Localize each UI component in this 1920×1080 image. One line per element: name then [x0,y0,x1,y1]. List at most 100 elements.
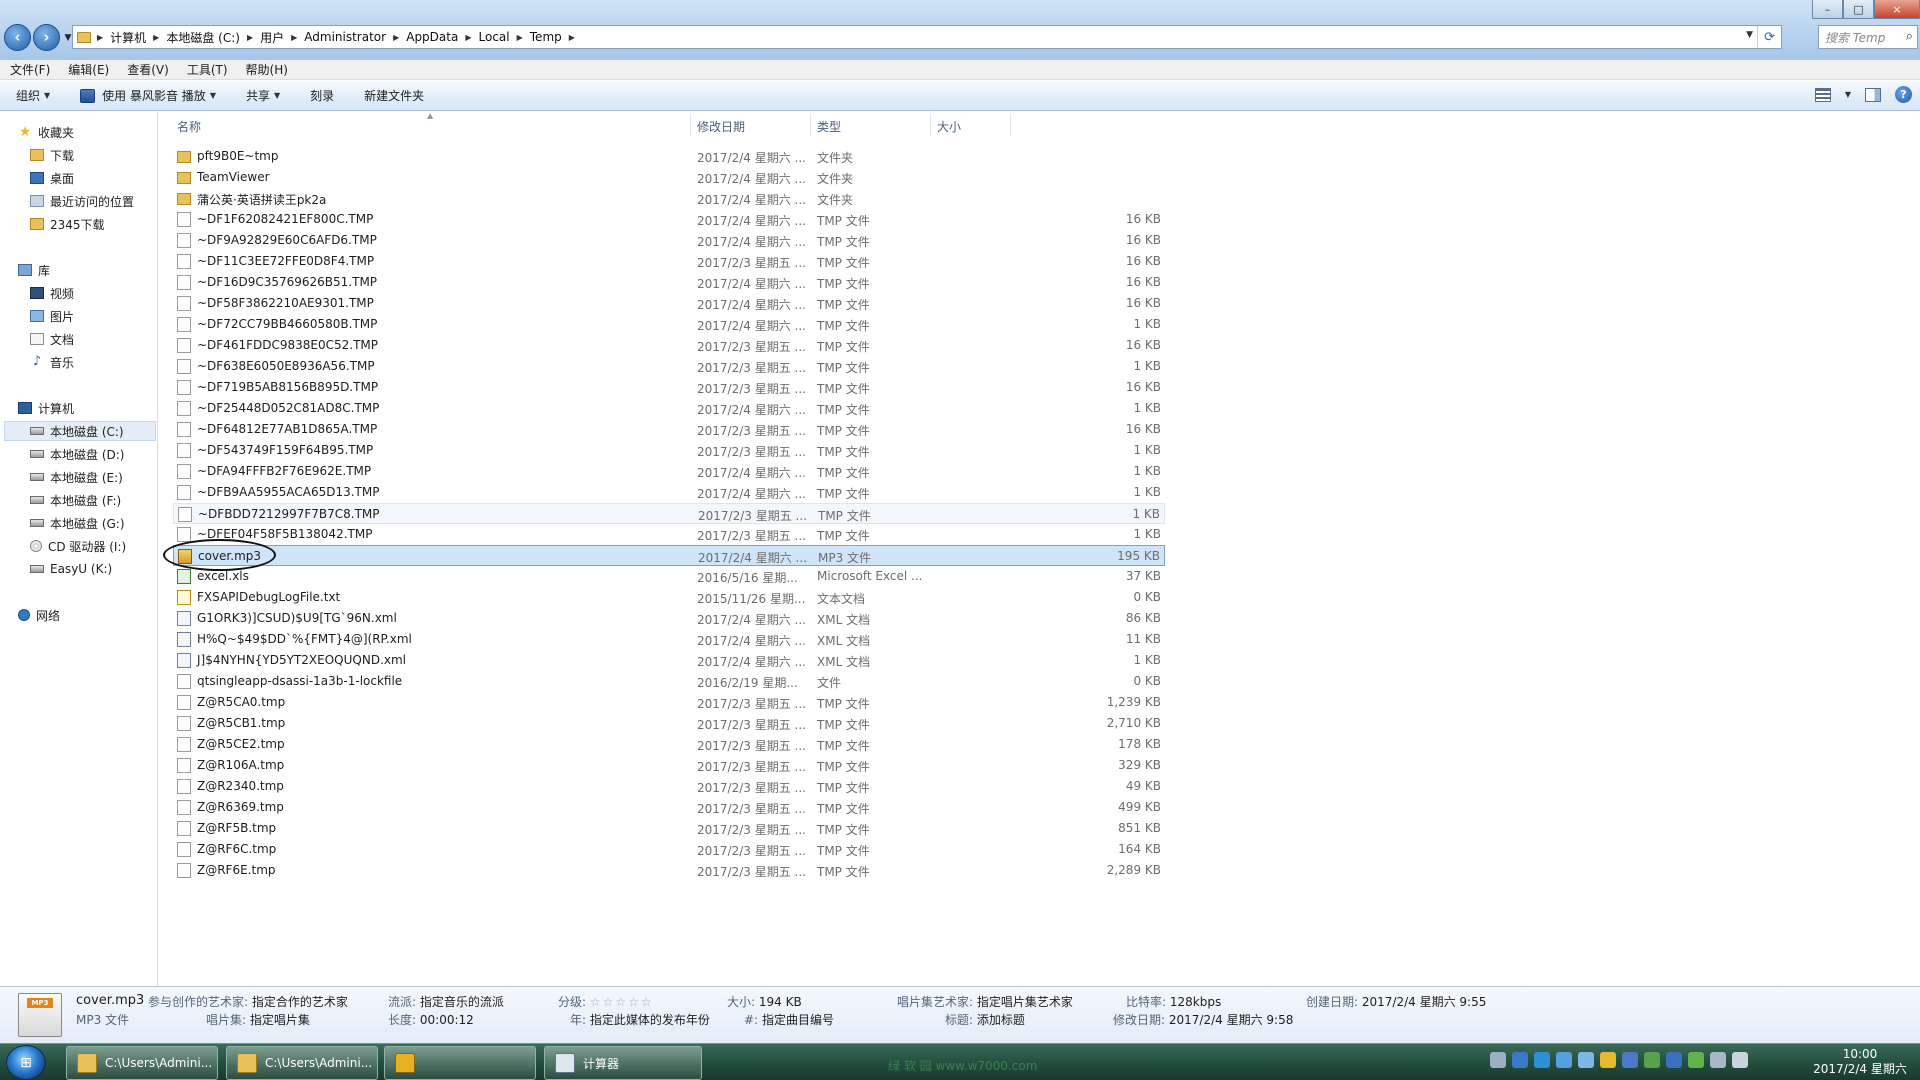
file-row[interactable]: ~DF1F62082421EF800C.TMP 2017/2/4 星期六 ... T… [173,209,1165,230]
chevron-right-icon[interactable]: ▶ [391,33,401,42]
chevron-right-icon[interactable]: ▶ [245,33,255,42]
sidebar-item-drive-d[interactable]: 本地磁盘 (D:) [0,444,158,464]
update-icon[interactable] [1666,1052,1682,1068]
file-row[interactable]: TeamViewer 2017/2/4 星期六 ... 文件夹 [173,167,1165,188]
shield-icon[interactable] [1512,1052,1528,1068]
network-tray-icon[interactable] [1556,1052,1572,1068]
sidebar-item-libraries[interactable]: 库 [0,260,158,280]
sidebar-item-pictures[interactable]: 图片 [0,306,158,326]
file-row[interactable]: ~DF64812E77AB1D865A.TMP 2017/2/3 星期五 ... T… [173,419,1165,440]
file-row[interactable]: ~DFA94FFFB2F76E962E.TMP 2017/2/4 星期六 ... T… [173,461,1165,482]
file-row[interactable]: Z@RF6E.tmp 2017/2/3 星期五 ... TMP 文件 2,289 KB [173,860,1165,881]
sidebar-item-videos[interactable]: 视频 [0,283,158,303]
sidebar-item-drive-g[interactable]: 本地磁盘 (G:) [0,513,158,533]
column-type[interactable]: 类型 [817,118,841,135]
breadcrumb-computer[interactable]: 计算机 [105,29,151,46]
help-icon[interactable]: ? [1895,86,1912,103]
file-row[interactable]: ~DF9A92829E60C6AFD6.TMP 2017/2/4 星期六 ... T… [173,230,1165,251]
file-row[interactable]: ~DF58F3862210AE9301.TMP 2017/2/4 星期六 ... T… [173,293,1165,314]
new-folder-button[interactable]: 新建文件夹 [348,87,438,104]
sidebar-item-desktop[interactable]: 桌面 [0,168,158,188]
breadcrumb-temp[interactable]: Temp [525,30,567,44]
keyboard-icon[interactable] [1490,1052,1506,1068]
column-modified[interactable]: 修改日期 [697,118,745,135]
file-row[interactable]: ~DFEF04F58F5B138042.TMP 2017/2/3 星期五 ... T… [173,524,1165,545]
file-row[interactable]: ~DF11C3EE72FFE0D8F4.TMP 2017/2/3 星期五 ... T… [173,251,1165,272]
column-divider[interactable] [810,114,811,136]
taskbar-explorer-window-2[interactable]: C:\Users\Admini... [226,1046,378,1080]
details-genre[interactable]: 流派: 指定音乐的流派 [388,993,504,1010]
system-clock[interactable]: 10:00 2017/2/4 星期六 [1810,1047,1910,1077]
file-row[interactable]: ~DF719B5AB8156B895D.TMP 2017/2/3 星期五 ... T… [173,377,1165,398]
share-button[interactable]: 共享 ▼ [230,87,294,104]
sidebar-item-drive-f[interactable]: 本地磁盘 (F:) [0,490,158,510]
burn-button[interactable]: 刻录 [294,87,348,104]
breadcrumb-users[interactable]: 用户 [255,29,289,46]
file-row[interactable]: H%Q~$49$DD`%{FMT}4@](RP.xml 2017/2/4 星期六 … [173,629,1165,650]
details-album-artist[interactable]: 唱片集艺术家: 指定唱片集艺术家 [897,993,1073,1010]
chevron-right-icon[interactable]: ▶ [151,33,161,42]
file-row[interactable]: Z@RF5B.tmp 2017/2/3 星期五 ... TMP 文件 851 KB [173,818,1165,839]
file-row[interactable]: Z@R2340.tmp 2017/2/3 星期五 ... TMP 文件 49 KB [173,776,1165,797]
taskbar-app-window[interactable] [384,1046,536,1080]
taskbar-explorer-window-1[interactable]: C:\Users\Admini... [66,1046,218,1080]
file-row[interactable]: Z@R5CA0.tmp 2017/2/3 星期五 ... TMP 文件 1,239 K… [173,692,1165,713]
file-row[interactable]: ~DF25448D052C81AD8C.TMP 2017/2/4 星期六 ... T… [173,398,1165,419]
details-contributing-artist[interactable]: 参与创作的艺术家: 指定合作的艺术家 [148,993,348,1010]
file-row[interactable]: ~DF638E6050E8936A56.TMP 2017/2/3 星期五 ... T… [173,356,1165,377]
address-dropdown-icon[interactable]: ▼ [1746,30,1753,40]
breadcrumb-drive-c[interactable]: 本地磁盘 (C:) [161,29,245,46]
sidebar-item-favorites[interactable]: ★ 收藏夹 [0,122,158,142]
file-row[interactable]: FXSAPIDebugLogFile.txt 2015/11/26 星期... 文本… [173,587,1165,608]
qq-browser-icon[interactable] [1534,1052,1550,1068]
menu-view[interactable]: 查看(V) [117,61,177,78]
file-row[interactable]: ~DF543749F159F64B95.TMP 2017/2/3 星期五 ... T… [173,440,1165,461]
chevron-right-icon[interactable]: ▶ [95,33,105,42]
file-row[interactable]: J]$4NYHN{YD5YT2XEOQUQND.xml 2017/2/4 星期六 … [173,650,1165,671]
breadcrumb-local[interactable]: Local [474,30,515,44]
rating-stars-icon[interactable]: ☆☆☆☆☆ [590,995,654,1009]
file-row[interactable]: ~DFB9AA5955ACA65D13.TMP 2017/2/4 星期六 ... T… [173,482,1165,503]
chevron-right-icon[interactable]: ▶ [463,33,473,42]
column-divider[interactable] [690,114,691,136]
menu-edit[interactable]: 编辑(E) [58,61,117,78]
file-row[interactable]: ~DF16D9C35769626B51.TMP 2017/2/4 星期六 ... T… [173,272,1165,293]
details-track-number[interactable]: #: 指定曲目编号 [744,1011,834,1028]
column-name[interactable]: 名称 [177,118,201,135]
start-orb-icon[interactable]: ⊞ [6,1045,46,1080]
sidebar-item-2345-downloads[interactable]: 2345下载 [0,214,158,234]
chevron-right-icon[interactable]: ▶ [515,33,525,42]
chevron-right-icon[interactable]: ▶ [567,33,577,42]
maximize-button[interactable]: □ [1843,0,1874,19]
preview-pane-icon[interactable] [1865,87,1881,102]
chevron-right-icon[interactable]: ▶ [289,33,299,42]
breadcrumb-appdata[interactable]: AppData [401,30,463,44]
column-divider[interactable] [1010,114,1011,136]
taskbar-calculator[interactable]: 计算器 [544,1046,702,1080]
menu-tools[interactable]: 工具(T) [177,61,236,78]
sidebar-item-usb-drive[interactable]: EasyU (K:) [0,559,158,579]
search-input[interactable]: 搜索 Temp ⌕ [1818,25,1918,49]
file-row[interactable]: 蒲公英·英语拼读王pk2a 2017/2/4 星期六 ... 文件夹 [173,188,1165,209]
column-divider[interactable] [930,114,931,136]
sidebar-item-recent[interactable]: 最近访问的位置 [0,191,158,211]
organize-button[interactable]: 组织 ▼ [0,87,64,104]
file-row[interactable]: qtsingleapp-dsassi-1a3b-1-lockfile 2016/2… [173,671,1165,692]
back-arrow-icon[interactable]: ‹ [4,24,31,51]
sidebar-item-drive-c[interactable]: 本地磁盘 (C:) [4,421,156,441]
sidebar-item-drive-e[interactable]: 本地磁盘 (E:) [0,467,158,487]
file-row[interactable]: excel.xls 2016/5/16 星期... Microsoft Excel … [173,566,1165,587]
file-row[interactable]: pft9B0E~tmp 2017/2/4 星期六 ... 文件夹 [173,146,1165,167]
search-icon[interactable]: ⌕ [1906,29,1913,44]
file-row[interactable]: Z@R106A.tmp 2017/2/3 星期五 ... TMP 文件 329 KB [173,755,1165,776]
menu-file[interactable]: 文件(F) [0,61,58,78]
column-size[interactable]: 大小 [937,118,961,135]
file-row[interactable]: Z@RF6C.tmp 2017/2/3 星期五 ... TMP 文件 164 KB [173,839,1165,860]
file-row[interactable]: Z@R5CE2.tmp 2017/2/3 星期五 ... TMP 文件 178 KB [173,734,1165,755]
security-icon[interactable] [1644,1052,1660,1068]
refresh-icon[interactable]: ⟳ [1757,26,1781,48]
file-row[interactable]: ~DF72CC79BB4660580B.TMP 2017/2/4 星期六 ... T… [173,314,1165,335]
play-with-button[interactable]: 使用 暴风影音 播放 ▼ [64,87,230,104]
forward-arrow-icon[interactable]: › [33,24,60,51]
sidebar-item-network[interactable]: 网络 [0,605,158,625]
